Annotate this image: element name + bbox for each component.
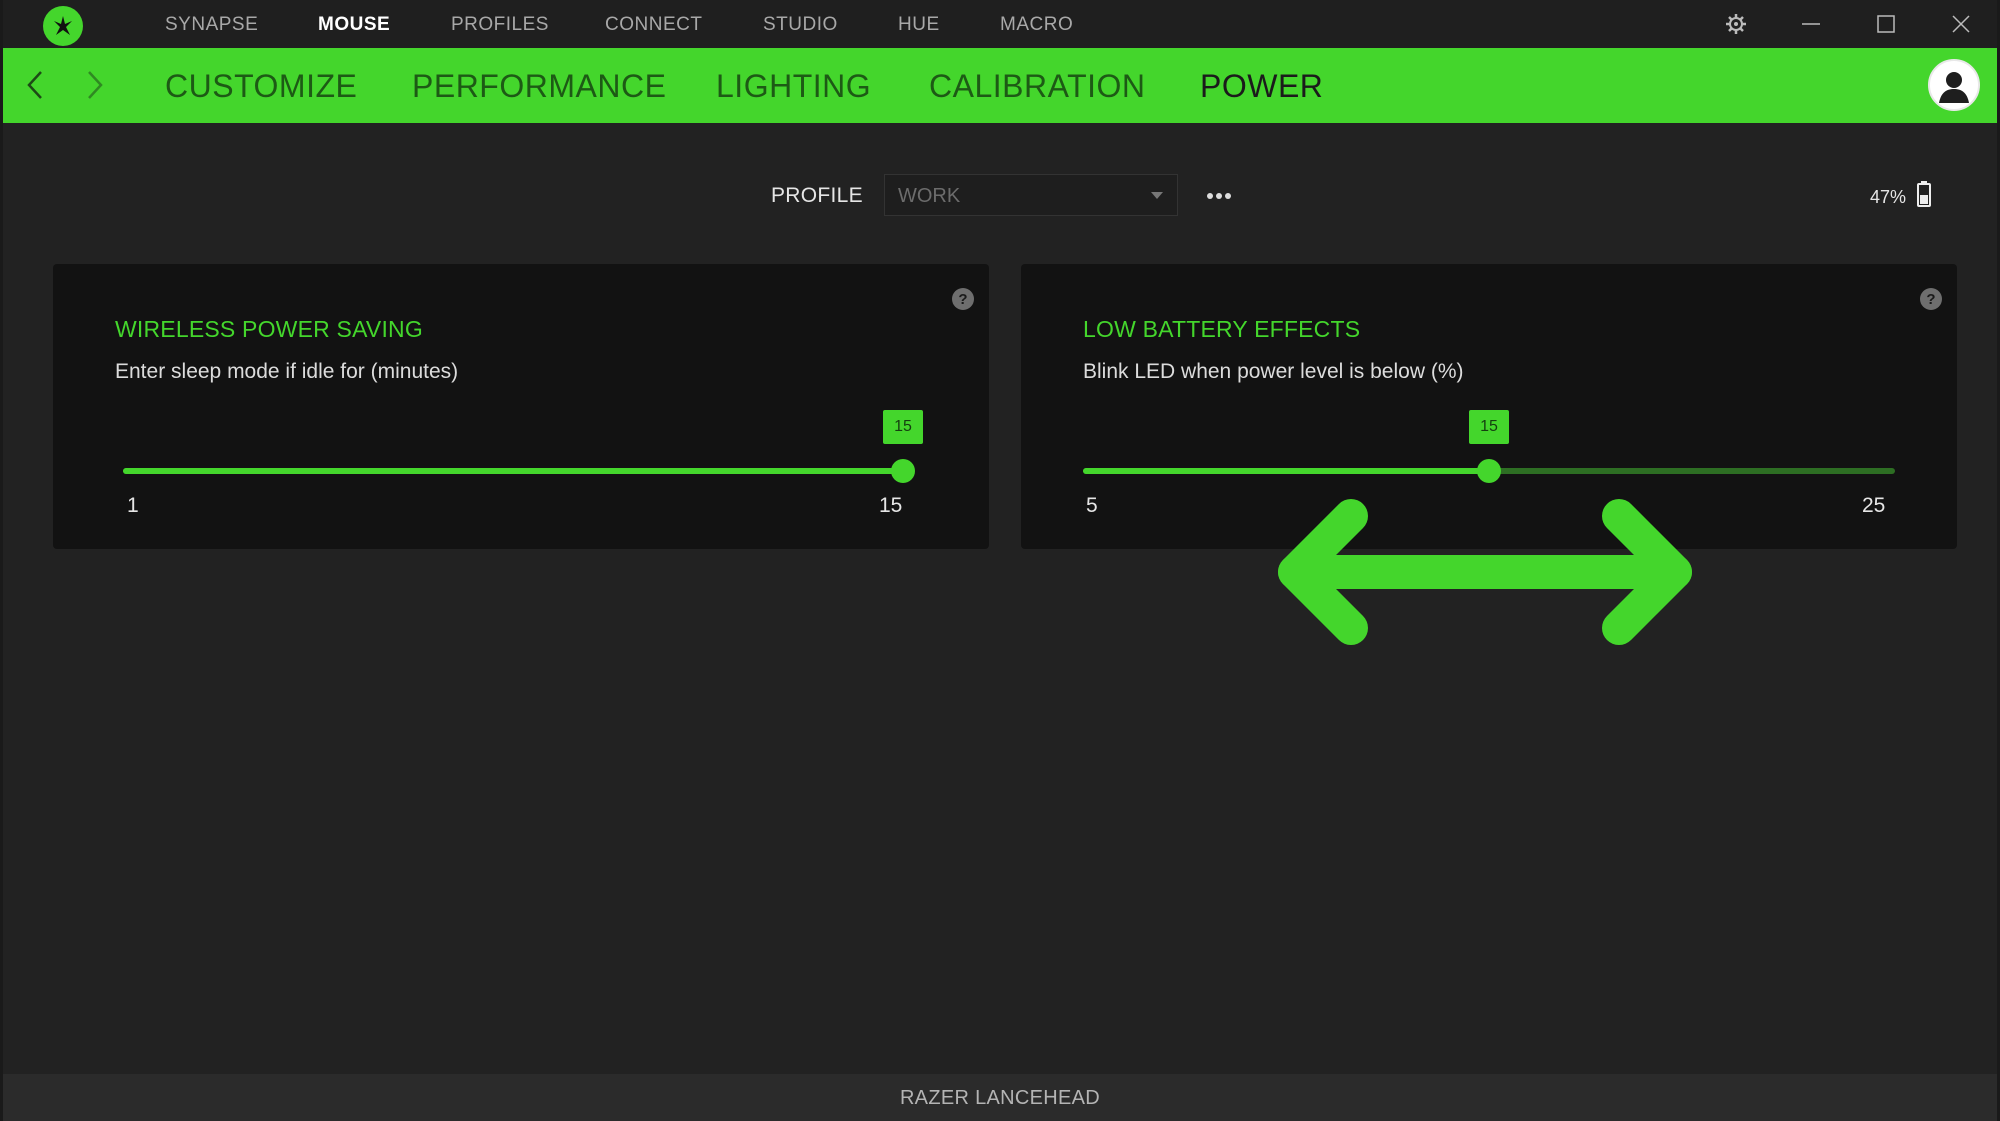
tab-power[interactable]: POWER <box>1200 68 1323 105</box>
topnav-synapse[interactable]: SYNAPSE <box>165 14 258 36</box>
tab-calibration[interactable]: CALIBRATION <box>929 68 1146 105</box>
topnav-mouse[interactable]: MOUSE <box>318 14 390 36</box>
card-title: WIRELESS POWER SAVING <box>115 316 423 342</box>
battery-icon <box>1917 181 1931 207</box>
help-icon[interactable]: ? <box>952 288 974 310</box>
chevron-right-icon[interactable] <box>79 68 109 102</box>
card-title: LOW BATTERY EFFECTS <box>1083 316 1361 342</box>
device-tabs-bar: CUSTOMIZE PERFORMANCE LIGHTING CALIBRATI… <box>3 48 1997 123</box>
slider-thumb[interactable] <box>891 459 915 483</box>
title-bar: SYNAPSE MOUSE PROFILES CONNECT STUDIO HU… <box>0 0 2000 48</box>
topnav-macro[interactable]: MACRO <box>1000 14 1073 36</box>
window-left-border <box>0 0 3 1121</box>
chevron-down-icon <box>1151 192 1163 199</box>
profile-dropdown[interactable]: WORK <box>884 174 1178 216</box>
topnav-profiles[interactable]: PROFILES <box>451 14 549 36</box>
tab-lighting[interactable]: LIGHTING <box>716 68 871 105</box>
topnav-hue[interactable]: HUE <box>898 14 940 36</box>
slider-min-label: 1 <box>127 494 139 517</box>
card-description: Blink LED when power level is below (%) <box>1083 360 1464 383</box>
slider-max-label: 25 <box>1862 494 1886 517</box>
double-arrow-icon <box>1278 499 1692 645</box>
app-window: SYNAPSE MOUSE PROFILES CONNECT STUDIO HU… <box>0 0 2000 1121</box>
tab-performance[interactable]: PERFORMANCE <box>412 68 666 105</box>
slider-thumb[interactable] <box>1477 459 1501 483</box>
user-icon[interactable] <box>1928 59 1980 111</box>
razer-logo-icon[interactable] <box>43 6 83 46</box>
close-icon[interactable] <box>1947 10 1975 38</box>
slider-value-bubble: 15 <box>1469 410 1509 444</box>
battery-level: 47% <box>1870 187 1907 207</box>
gear-icon[interactable] <box>1722 10 1750 38</box>
slider-fill <box>123 468 903 474</box>
profile-label: PROFILE <box>771 184 863 207</box>
tab-customize[interactable]: CUSTOMIZE <box>165 68 357 105</box>
card-description: Enter sleep mode if idle for (minutes) <box>115 360 459 383</box>
device-footer: RAZER LANCEHEAD <box>3 1074 1997 1121</box>
help-icon[interactable]: ? <box>1920 288 1942 310</box>
chevron-left-icon[interactable] <box>21 68 51 102</box>
slider-value-bubble: 15 <box>883 410 923 444</box>
ellipsis-icon[interactable] <box>1204 184 1234 208</box>
minimize-icon[interactable] <box>1797 10 1825 38</box>
slider-fill <box>1083 468 1489 474</box>
topnav-connect[interactable]: CONNECT <box>605 14 702 36</box>
low-battery-threshold-slider[interactable]: 15 <box>1083 410 1895 483</box>
profile-dropdown-value: WORK <box>898 185 961 207</box>
device-name: RAZER LANCEHEAD <box>899 1087 1101 1109</box>
wireless-power-saving-card: ? WIRELESS POWER SAVING Enter sleep mode… <box>53 264 989 549</box>
slider-max-label: 15 <box>879 494 903 517</box>
slider-min-label: 5 <box>1086 494 1098 517</box>
topnav-studio[interactable]: STUDIO <box>763 14 838 36</box>
sleep-timeout-slider[interactable]: 15 <box>123 410 923 483</box>
maximize-icon[interactable] <box>1872 10 1900 38</box>
